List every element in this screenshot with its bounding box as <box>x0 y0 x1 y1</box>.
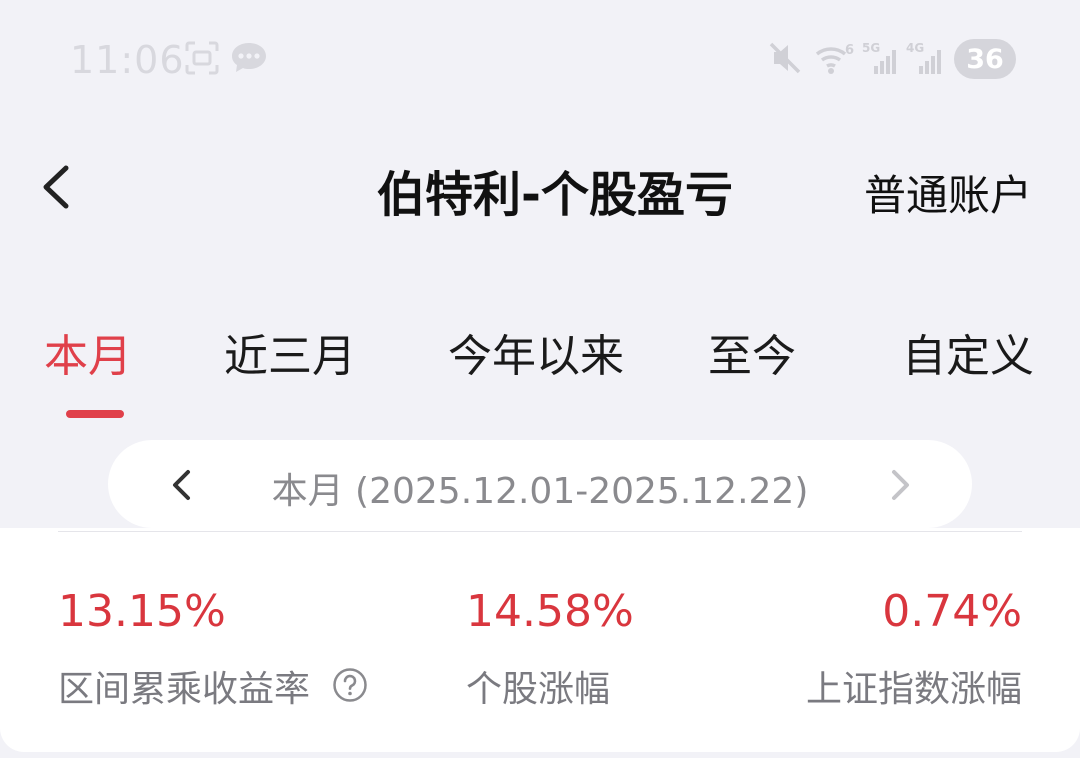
date-range-label: 本月 (2025.12.01-2025.12.22) <box>271 471 809 512</box>
sim1-label: 5G <box>862 41 880 55</box>
index-change-value: 0.74% <box>882 586 1022 637</box>
wifi-badge: 6 <box>845 43 854 58</box>
mute-icon <box>769 42 801 74</box>
signal-4g-icon: 4G <box>906 41 941 74</box>
tab-custom[interactable]: 自定义 <box>902 320 1034 384</box>
cumulative-return-value: 13.15% <box>58 586 226 637</box>
cumulative-return-label: 区间累乘收益率 <box>58 669 311 710</box>
signal-5g-icon: 5G <box>862 41 896 74</box>
stock-change-value: 14.58% <box>466 586 634 637</box>
sim2-label: 4G <box>906 41 924 55</box>
status-bar: 11:06 6 5G 4G 36 <box>0 0 1080 120</box>
index-change-label: 上证指数涨幅 <box>805 669 1022 710</box>
account-type-button[interactable]: 普通账户 <box>864 162 1032 223</box>
tab-year-to-date[interactable]: 今年以来 <box>448 320 624 384</box>
next-period-button[interactable] <box>886 466 914 504</box>
screenshot-icon <box>185 41 219 75</box>
wifi-icon: 6 <box>815 43 854 74</box>
chevron-right-icon <box>892 470 909 500</box>
active-tab-indicator <box>66 410 124 418</box>
date-range-selector: 本月 (2025.12.01-2025.12.22) <box>108 440 972 528</box>
tab-three-months[interactable]: 近三月 <box>224 320 356 384</box>
battery-indicator: 36 <box>954 39 1016 79</box>
tab-to-date[interactable]: 至今 <box>708 320 796 384</box>
stock-change-label: 个股涨幅 <box>466 669 611 710</box>
message-icon <box>232 43 266 72</box>
divider <box>58 531 1022 532</box>
tab-this-month[interactable]: 本月 <box>44 320 132 384</box>
status-time: 11:06 <box>70 38 185 82</box>
stats-card: 13.15% 区间累乘收益率 14.58% 个股涨幅 0.74% 上证指数涨幅 <box>0 528 1080 752</box>
help-icon[interactable] <box>332 667 368 703</box>
